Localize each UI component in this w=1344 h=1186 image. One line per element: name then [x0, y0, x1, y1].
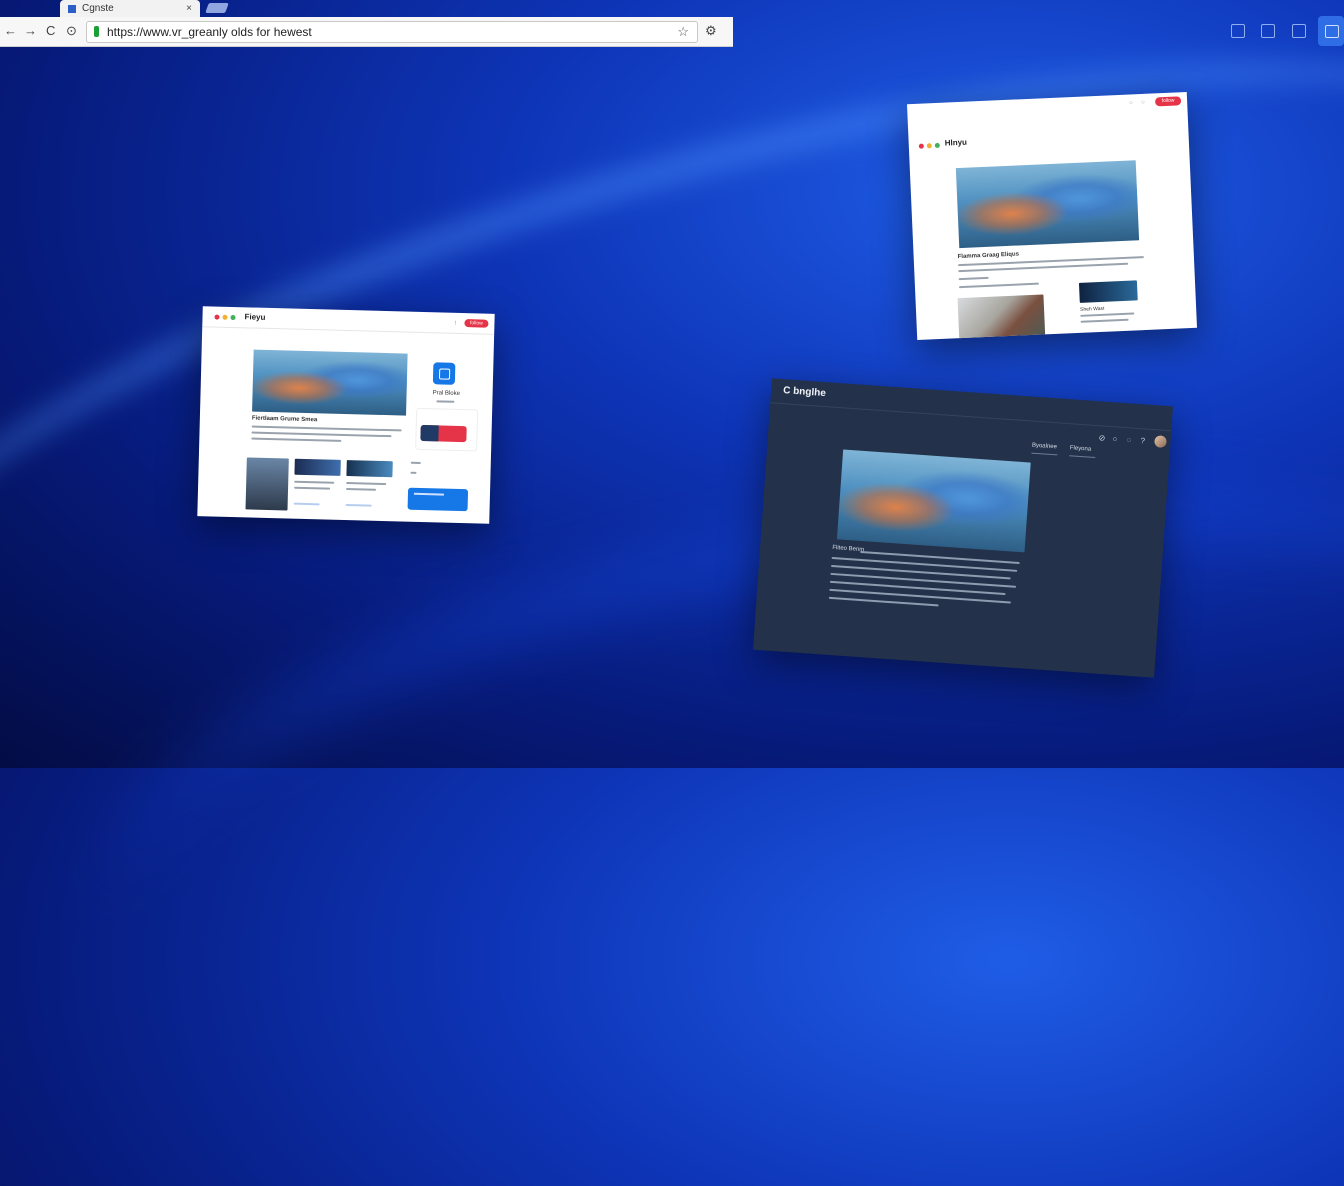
- help-icon[interactable]: ?: [1140, 436, 1145, 445]
- article-title: Flamma Graag Eliqus: [957, 251, 1020, 261]
- hero-image[interactable]: [836, 449, 1031, 553]
- side-card: [415, 407, 479, 452]
- text-line: [346, 482, 387, 486]
- maximize-dot-icon: [230, 314, 236, 321]
- window-left[interactable]: Fieyu ⁝ follow Fiertlaam Grume Smea Pral…: [197, 306, 495, 524]
- grid-icon[interactable]: [1231, 24, 1245, 38]
- more-icon[interactable]: ⁝: [454, 320, 456, 327]
- follow-button[interactable]: follow: [1154, 96, 1182, 107]
- tab-nav-1[interactable]: Byoalnee: [1032, 443, 1057, 451]
- text-line: [251, 425, 402, 432]
- window-dark[interactable]: C bnglhe ⊘ ○ ◌ ? Byoalnee Fleyona Fliteo…: [753, 378, 1173, 678]
- thumbnail-image[interactable]: [294, 458, 341, 476]
- minimize-dot-icon: [222, 314, 228, 320]
- side-name: Pral Bloke: [432, 390, 461, 397]
- window-icon[interactable]: [1292, 24, 1306, 38]
- divider: [770, 402, 1172, 432]
- settings-icon[interactable]: ◌: [1126, 435, 1131, 444]
- text-line: [410, 471, 417, 474]
- maximize-dot-icon: [934, 142, 940, 149]
- active-toolbar-button[interactable]: [1318, 16, 1344, 46]
- text-line: [346, 488, 377, 491]
- thumbnail-image[interactable]: [957, 294, 1046, 340]
- text-line: [410, 461, 421, 464]
- download-icon[interactable]: [1261, 24, 1275, 38]
- side-caption: Sheh Wast: [1079, 305, 1105, 313]
- thumbnail-image[interactable]: [346, 460, 393, 478]
- divider: [202, 326, 495, 335]
- address-bar[interactable]: https://www.vr_greanly olds for hewest ☆: [86, 21, 698, 43]
- hero-image[interactable]: [252, 349, 408, 416]
- bookmark-star-icon[interactable]: ☆: [677, 24, 689, 40]
- thumbnail-image[interactable]: [245, 457, 289, 511]
- copy-icon: [1325, 25, 1339, 38]
- text-line: [251, 431, 392, 438]
- browser-tab[interactable]: Cgnste ×: [60, 0, 200, 17]
- hero-image[interactable]: [955, 160, 1140, 249]
- text-line: [294, 480, 335, 484]
- window-dark-title: C bnglhe: [782, 385, 827, 400]
- search-icon[interactable]: ○: [1129, 100, 1133, 106]
- window-controls: [214, 314, 236, 321]
- text-line: [1080, 312, 1135, 317]
- article-title: Fiertlaam Grume Smea: [251, 415, 318, 424]
- tab-close-icon[interactable]: ×: [186, 3, 192, 14]
- back-arrow-icon[interactable]: ←: [4, 23, 17, 39]
- text-line: [958, 276, 989, 281]
- close-dot-icon: [214, 314, 220, 320]
- link-line[interactable]: [345, 504, 372, 507]
- window-right[interactable]: Hlnyu follow ○ ○ Flamma Graag Eliqus She…: [906, 92, 1198, 340]
- tab-bar: Cgnste ×: [0, 0, 740, 17]
- bell-icon[interactable]: ○: [1141, 100, 1145, 106]
- text-line: [828, 596, 939, 607]
- text-line: [958, 282, 1039, 289]
- thumbnail-image[interactable]: [1078, 280, 1138, 303]
- window-right-title: Hlnyu: [944, 137, 968, 148]
- text-line: [1080, 318, 1129, 323]
- tab-title: Cgnste: [82, 3, 114, 14]
- blue-action-card[interactable]: [407, 487, 469, 512]
- browser-toolbar: ← → C ⊙ https://www.vr_greanly olds for …: [0, 17, 733, 47]
- window-left-title: Fieyu: [244, 312, 266, 322]
- url-text: https://www.vr_greanly olds for hewest: [107, 25, 312, 39]
- text-line: [294, 486, 331, 490]
- text-line: [251, 437, 342, 442]
- tab-underline: [1031, 452, 1058, 456]
- link-line[interactable]: [293, 502, 320, 506]
- reload-icon[interactable]: C: [46, 23, 55, 39]
- forward-arrow-icon[interactable]: →: [24, 23, 37, 39]
- history-icon[interactable]: ⊘: [1098, 433, 1105, 442]
- tab-favicon-icon: [68, 4, 76, 13]
- tab-nav-2[interactable]: Fleyona: [1070, 445, 1092, 452]
- extension-icon[interactable]: ⚙: [705, 23, 717, 39]
- close-dot-icon: [918, 143, 924, 149]
- tab-underline: [1069, 455, 1096, 459]
- text-line: [436, 400, 455, 403]
- promo-banner[interactable]: [420, 424, 467, 443]
- minimize-dot-icon: [926, 143, 932, 149]
- avatar[interactable]: [1154, 435, 1167, 448]
- app-icon[interactable]: [432, 362, 456, 385]
- new-tab-button[interactable]: [205, 3, 229, 13]
- secure-lock-icon: [94, 26, 99, 37]
- follow-button[interactable]: follow: [464, 319, 489, 328]
- notification-icon[interactable]: ○: [1112, 434, 1117, 443]
- window-controls: [918, 142, 940, 149]
- home-icon[interactable]: ⊙: [66, 23, 77, 39]
